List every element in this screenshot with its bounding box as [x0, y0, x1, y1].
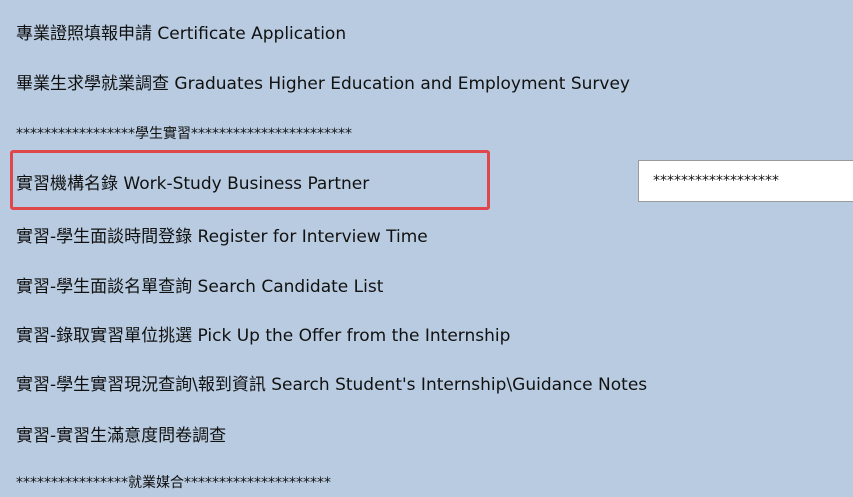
menu-item-pick-up-offer[interactable]: 實習-錄取實習單位挑選 Pick Up the Offer from the I…	[16, 324, 510, 348]
menu-separator-internship: *****************學生實習*******************…	[16, 126, 352, 142]
menu-separator-employment: ****************就業媒合********************…	[16, 475, 331, 491]
menu-item-register-interview-time[interactable]: 實習-學生面談時間登錄 Register for Interview Time	[16, 225, 428, 249]
menu-item-student-internship-status[interactable]: 實習-學生實習現況查詢\報到資訊 Search Student's Intern…	[16, 373, 647, 397]
menu-item-satisfaction-survey[interactable]: 實習-實習生滿意度問卷調查	[16, 424, 226, 448]
menu-item-certificate-application[interactable]: 專業證照填報申請 Certificate Application	[16, 22, 346, 46]
menu-item-graduates-survey[interactable]: 畢業生求學就業調查 Graduates Higher Education and…	[16, 72, 630, 96]
highlight-box	[10, 150, 490, 210]
submenu-box[interactable]: ******************	[638, 160, 853, 202]
menu-item-search-candidate-list[interactable]: 實習-學生面談名單查詢 Search Candidate List	[16, 275, 383, 299]
menu-panel: 專業證照填報申請 Certificate Application 畢業生求學就業…	[0, 0, 853, 497]
